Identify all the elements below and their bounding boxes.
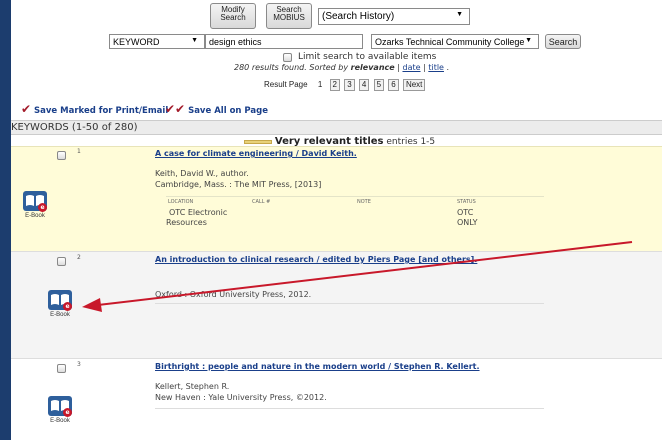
annotation-arrow <box>82 241 633 312</box>
